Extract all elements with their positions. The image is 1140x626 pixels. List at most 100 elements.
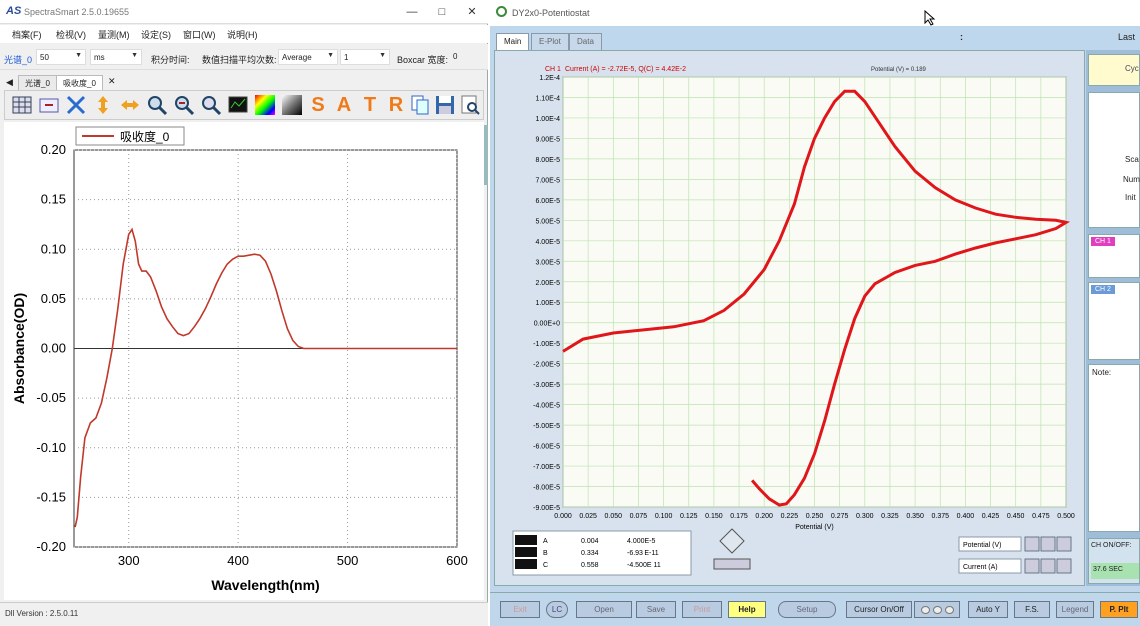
menu-measure[interactable]: 量测(M)	[98, 28, 130, 41]
ch1-badge[interactable]: CH 1	[1091, 237, 1115, 246]
auto-y-button[interactable]: Auto Y	[968, 601, 1008, 618]
horizontal-scale-icon[interactable]	[119, 94, 141, 116]
tab-spectrum[interactable]: 光谱_0	[18, 75, 57, 90]
potentiostat-window: DY2x0-Potentiostat Main E-Plot Data : La…	[490, 0, 1140, 626]
menu-help[interactable]: 说明(H)	[227, 28, 258, 41]
tab-close-icon[interactable]: ✕	[108, 76, 116, 87]
x-tick-label: 0.300	[856, 513, 874, 520]
x-tick-label: 0.225	[781, 513, 799, 520]
y-tick-label: -9.00E-5	[533, 505, 560, 512]
copy-icon[interactable]	[409, 94, 431, 116]
spectrum-color-icon[interactable]	[254, 94, 276, 116]
fs-button[interactable]: F.S.	[1014, 601, 1050, 618]
status-bar: Dll Version : 2.5.0.11	[0, 602, 488, 626]
boxcar-value[interactable]: 0	[450, 49, 480, 65]
s-mode-icon[interactable]: S	[307, 94, 329, 116]
scan-label: Sca	[1125, 155, 1139, 164]
x-tick-label: 0.100	[655, 513, 673, 520]
tab-bar: Main E-Plot Data : Last	[490, 26, 1140, 50]
current-readout: Current (A) = -2.72E-5, Q(C) = 4.42E-2	[565, 66, 686, 73]
menu-settings[interactable]: 设定(S)	[141, 28, 171, 41]
y-tick-label: 0.10	[41, 241, 66, 256]
close-icon[interactable]: ✕	[458, 4, 486, 20]
print-preview-icon[interactable]	[459, 94, 481, 116]
axis-selector-label: Potential (V)	[963, 542, 1002, 549]
potential-readout: Potential (V) = 0.189	[871, 67, 927, 73]
add-icon[interactable]	[38, 94, 60, 116]
zoom-out-icon[interactable]	[173, 94, 195, 116]
exit-button[interactable]: Exit	[500, 601, 540, 618]
help-button[interactable]: Help	[728, 601, 766, 618]
average-count-select[interactable]: 1 ▼	[340, 49, 390, 65]
average-count: 1	[344, 53, 349, 62]
ch1-box: CH 1	[1088, 234, 1140, 278]
boxcar-label: Boxcar 宽度:	[397, 55, 449, 65]
tab-e-plot[interactable]: E-Plot	[531, 33, 569, 50]
y-tick-label: 0.20	[41, 142, 66, 157]
cursor-potential: 0.004	[581, 538, 599, 545]
x-tick-label: 0.150	[705, 513, 723, 520]
y-tick-label: -0.20	[36, 539, 66, 554]
vertical-scale-icon[interactable]	[92, 94, 114, 116]
y-tick-label: 8.00E-5	[535, 157, 560, 164]
ch2-badge[interactable]: CH 2	[1091, 285, 1115, 294]
menu-window[interactable]: 窗口(W)	[183, 28, 216, 41]
y-tick-label: -7.00E-5	[533, 464, 560, 471]
t-mode-icon[interactable]: T	[359, 94, 381, 116]
zoom-reset-icon[interactable]	[200, 94, 222, 116]
separator-colon: :	[960, 32, 963, 42]
app-icon	[496, 6, 507, 17]
save-button[interactable]: Save	[636, 601, 676, 618]
integration-value-select[interactable]: 50 ▼	[36, 49, 86, 65]
y-tick-label: 9.00E-5	[535, 136, 560, 143]
open-button[interactable]: Open	[576, 601, 632, 618]
zoom-in-icon[interactable]	[146, 94, 168, 116]
tab-main[interactable]: Main	[496, 33, 530, 50]
minimize-icon[interactable]: —	[398, 4, 426, 20]
legend-button[interactable]: Legend	[1056, 601, 1094, 618]
gradient-icon[interactable]	[281, 94, 303, 116]
menu-file[interactable]: 档案(F)	[12, 28, 42, 41]
scrollbar[interactable]	[484, 125, 488, 185]
menu-view[interactable]: 检视(V)	[56, 28, 86, 41]
x-tick-label: 0.350	[906, 513, 924, 520]
cursor-toggle-button[interactable]: Cursor On/Off	[846, 601, 912, 618]
tab-absorbance[interactable]: 吸收度_0	[56, 75, 103, 90]
lc-button[interactable]: LC	[546, 601, 568, 618]
cursor-indicators[interactable]	[914, 601, 960, 618]
y-tick-label: -0.15	[36, 489, 66, 504]
axis-button	[1056, 536, 1072, 552]
y-tick-label: 5.00E-5	[535, 218, 560, 225]
save-icon[interactable]	[434, 94, 456, 116]
x-tick-label: 0.275	[831, 513, 849, 520]
table-icon[interactable]	[11, 94, 33, 116]
x-tick-label: 300	[118, 553, 140, 568]
setup-button[interactable]: Setup	[778, 601, 836, 618]
integration-unit-select[interactable]: ms ▼	[90, 49, 142, 65]
init-label: Init	[1125, 193, 1136, 202]
cursor-potential: 0.558	[581, 562, 599, 569]
display-icon[interactable]	[227, 94, 249, 116]
spectrum-label: 光谱_0	[4, 55, 33, 65]
average-mode-select[interactable]: Average ▼	[278, 49, 338, 65]
bottom-toolbar: Exit LC Open Save Print Help Setup Curso…	[490, 592, 1140, 626]
tab-data[interactable]: Data	[569, 33, 602, 50]
menu-bar: 档案(F) 检视(V) 量测(M) 设定(S) 窗口(W) 说明(H)	[0, 25, 488, 43]
note-box[interactable]: Note:	[1088, 364, 1140, 532]
r-mode-icon[interactable]: R	[385, 94, 407, 116]
y-tick-label: 6.00E-5	[535, 198, 560, 205]
tab-scroll-icon[interactable]: ◀	[6, 77, 13, 88]
fit-icon[interactable]	[65, 94, 87, 116]
cv-chart[interactable]: CH 1 Current (A) = -2.72E-5, Q(C) = 4.42E…	[495, 51, 1086, 587]
absorbance-chart[interactable]: 300 400 500 600 0.20 0.15 0.10 0.05 0.00 -0.05 -0.…	[4, 122, 484, 600]
y-tick-label: -1.00E-5	[533, 341, 560, 348]
a-mode-icon[interactable]: A	[333, 94, 355, 116]
cyc-field[interactable]: Cyc	[1088, 54, 1140, 86]
scan-settings-box: Sca Num Init	[1088, 92, 1140, 228]
print-button[interactable]: Print	[682, 601, 722, 618]
integration-value: 50	[40, 53, 49, 62]
maximize-icon[interactable]: □	[428, 4, 456, 20]
window-title: SpectraSmart 2.5.0.19655	[24, 7, 130, 17]
cursor-table: A 0.004 4.000E-5 B 0.334 -6.93 E-11 C 0.558 -4.5…	[512, 530, 692, 576]
p-plot-button[interactable]: P. Plt	[1100, 601, 1138, 618]
